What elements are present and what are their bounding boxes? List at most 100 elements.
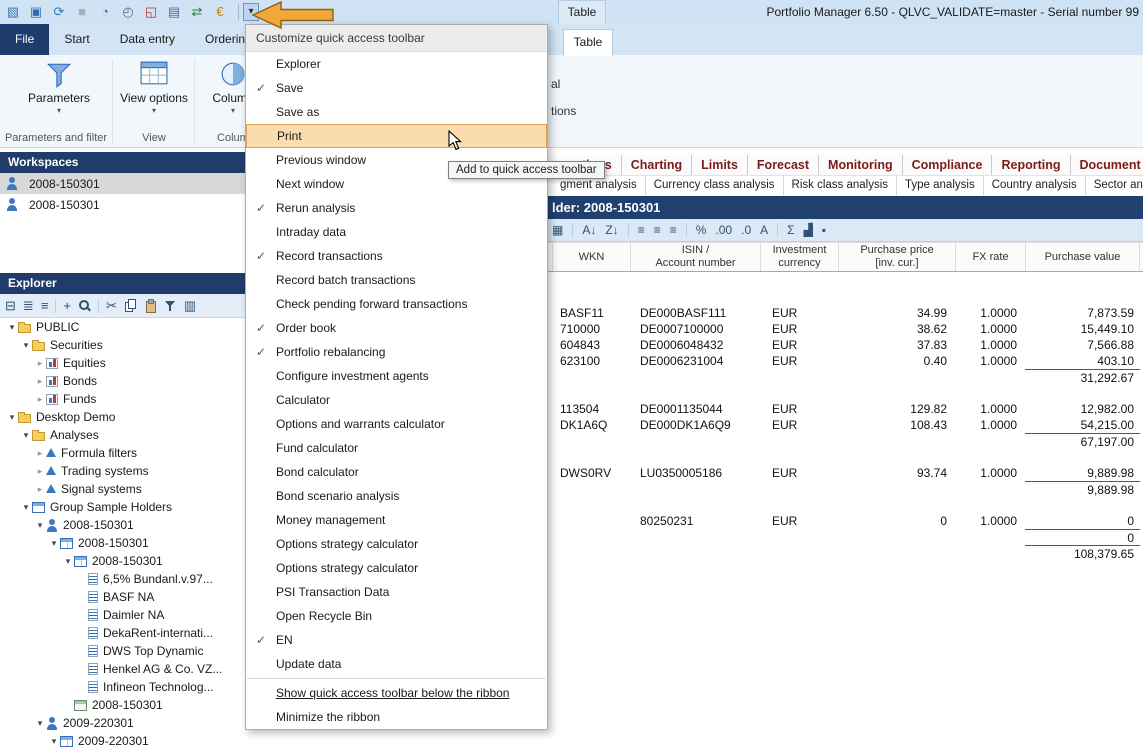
menu-item-money-management[interactable]: Money management [246, 508, 547, 532]
tree-expander-icon[interactable]: ▾ [20, 502, 32, 513]
tree-expander-icon[interactable]: ▾ [6, 322, 18, 333]
column-header-val[interactable]: Purchase value [1025, 243, 1140, 271]
search-icon[interactable] [78, 299, 91, 312]
tree-expander-icon[interactable]: ▾ [20, 340, 32, 351]
portfolio-rebalancing-icon[interactable]: ⇄ [188, 3, 206, 21]
align-center-icon[interactable]: ≡ [654, 223, 661, 237]
column-header-price[interactable]: Purchase price[inv. cur.] [838, 243, 955, 271]
align-left-icon[interactable]: ≡ [638, 223, 645, 237]
tree-expander-icon[interactable]: ▸ [34, 484, 46, 495]
document-tab-table[interactable]: Table [563, 29, 613, 56]
tree-expander-icon[interactable]: ▾ [34, 718, 46, 729]
menu-item-bond-scenario-analysis[interactable]: Bond scenario analysis [246, 484, 547, 508]
tab-monitoring[interactable]: Monitoring [819, 155, 903, 175]
column-header-wkn[interactable]: WKN [552, 243, 630, 271]
tree-item-desktop-demo[interactable]: ▾Desktop Demo [0, 408, 247, 426]
tab-type-analysis[interactable]: Type analysis [897, 176, 984, 195]
tree-item-6-5-bundanl-v-97[interactable]: 6,5% Bundanl.v.97... [0, 570, 247, 588]
tab-risk-class-analysis[interactable]: Risk class analysis [784, 176, 898, 195]
menu-item-options-strategy-calculator[interactable]: Options strategy calculator [246, 556, 547, 580]
menu-item-rerun-analysis[interactable]: ✓Rerun analysis [246, 196, 547, 220]
tab-document-archive[interactable]: Document archive [1071, 155, 1143, 175]
menu-item-minimize-the-ribbon[interactable]: Minimize the ribbon [246, 705, 547, 729]
table-row[interactable]: 710000DE0007100000EUR38.621.000015,449.1… [552, 321, 1140, 337]
menu-item-portfolio-rebalancing[interactable]: ✓Portfolio rebalancing [246, 340, 547, 364]
record-transactions-icon[interactable]: ◴ [119, 3, 137, 21]
intraday-data-icon[interactable]: ◔ [96, 3, 114, 21]
tree-item-2009-220301[interactable]: ▾2009-220301 [0, 732, 247, 749]
details-view-icon[interactable]: ≡ [41, 299, 49, 313]
copy-icon[interactable] [124, 299, 137, 312]
menu-item-record-transactions[interactable]: ✓Record transactions [246, 244, 547, 268]
tree-item-henkel-ag-co-vz[interactable]: Henkel AG & Co. VZ... [0, 660, 247, 678]
workspace-item[interactable]: 2008-150301 [0, 173, 247, 194]
ribbon-tab-file[interactable]: File [0, 24, 49, 55]
menu-item-check-pending-forward-transactions[interactable]: Check pending forward transactions [246, 292, 547, 316]
menu-item-save[interactable]: ✓Save [246, 76, 547, 100]
ribbon-tab-start[interactable]: Start [49, 24, 104, 55]
tree-expander-icon[interactable]: ▾ [62, 556, 74, 567]
tree-expander-icon[interactable]: ▾ [48, 736, 60, 747]
menu-item-order-book[interactable]: ✓Order book [246, 316, 547, 340]
remove-decimal-icon[interactable]: .0 [741, 223, 751, 237]
tree-item-signal-systems[interactable]: ▸Signal systems [0, 480, 247, 498]
tree-expander-icon[interactable]: ▸ [34, 466, 46, 477]
ribbon-tab-data-entry[interactable]: Data entry [105, 24, 190, 55]
table-row[interactable]: 80250231EUR01.00000 [552, 513, 1140, 529]
font-icon[interactable]: A [760, 223, 768, 237]
menu-item-print[interactable]: Print [246, 124, 547, 148]
tree-view-icon[interactable]: ⊟ [5, 299, 16, 313]
update-data-icon[interactable]: € [211, 3, 229, 21]
tab-compliance[interactable]: Compliance [903, 155, 993, 175]
tree-item-dws-top-dynamic[interactable]: DWS Top Dynamic [0, 642, 247, 660]
tree-item-2008-150301[interactable]: ▾2008-150301 [0, 552, 247, 570]
table-row[interactable]: 623100DE0006231004EUR0.401.0000403.10 [552, 353, 1140, 369]
tree-item-funds[interactable]: ▸Funds [0, 390, 247, 408]
menu-item-show-quick-access-toolbar-below-the-ribbon[interactable]: Show quick access toolbar below the ribb… [246, 681, 547, 705]
menu-item-options-and-warrants-calculator[interactable]: Options and warrants calculator [246, 412, 547, 436]
tree-item-formula-filters[interactable]: ▸Formula filters [0, 444, 247, 462]
view-options-button[interactable]: View options ▾ [116, 58, 192, 115]
tree-item-infineon-technolog[interactable]: Infineon Technolog... [0, 678, 247, 696]
new-item-icon[interactable]: + [63, 299, 71, 313]
column-header-fx[interactable]: FX rate [955, 243, 1025, 271]
menu-item-intraday-data[interactable]: Intraday data [246, 220, 547, 244]
tree-expander-icon[interactable]: ▸ [34, 376, 46, 387]
floating-table-tab[interactable]: Table [558, 0, 606, 24]
order-book-icon[interactable]: ▤ [165, 3, 183, 21]
tab-forecast[interactable]: Forecast [748, 155, 819, 175]
tree-item-equities[interactable]: ▸Equities [0, 354, 247, 372]
table-row[interactable]: DK1A6QDE000DK1A6Q9EUR108.431.000054,215.… [552, 417, 1140, 433]
tree-item-group-sample-holders[interactable]: ▾Group Sample Holders [0, 498, 247, 516]
menu-item-save-as[interactable]: Save as [246, 100, 547, 124]
chart-icon[interactable]: ▟ [804, 223, 813, 237]
explorer-icon[interactable]: ▧ [4, 3, 22, 21]
tree-item-trading-systems[interactable]: ▸Trading systems [0, 462, 247, 480]
tree-item-securities[interactable]: ▾Securities [0, 336, 247, 354]
tree-item-2008-150301[interactable]: 2008-150301 [0, 696, 247, 714]
tree-expander-icon[interactable]: ▾ [20, 430, 32, 441]
sum-icon[interactable]: Σ [787, 223, 794, 237]
tab-charting[interactable]: Charting [622, 155, 692, 175]
paste-icon[interactable] [144, 299, 157, 312]
tree-item-analyses[interactable]: ▾Analyses [0, 426, 247, 444]
menu-item-bond-calculator[interactable]: Bond calculator [246, 460, 547, 484]
sort-descending-icon[interactable]: Z↓ [605, 223, 618, 237]
menu-item-fund-calculator[interactable]: Fund calculator [246, 436, 547, 460]
stop-icon[interactable]: ■ [73, 3, 91, 21]
menu-item-en[interactable]: ✓EN [246, 628, 547, 652]
tab-limits[interactable]: Limits [692, 155, 748, 175]
tree-item-bonds[interactable]: ▸Bonds [0, 372, 247, 390]
parameters-button[interactable]: Parameters ▾ [8, 58, 110, 115]
tab-reporting[interactable]: Reporting [992, 155, 1070, 175]
menu-item-open-recycle-bin[interactable]: Open Recycle Bin [246, 604, 547, 628]
percent-icon[interactable]: % [696, 223, 707, 237]
columns-icon[interactable]: ▥ [184, 299, 196, 313]
menu-item-options-strategy-calculator[interactable]: Options strategy calculator [246, 532, 547, 556]
table-row[interactable]: DWS0RVLU0350005186EUR93.741.00009,889.98 [552, 465, 1140, 481]
menu-item-calculator[interactable]: Calculator [246, 388, 547, 412]
align-right-icon[interactable]: ≡ [670, 223, 677, 237]
record-batch-transactions-icon[interactable]: ◱ [142, 3, 160, 21]
save-icon[interactable]: ▣ [27, 3, 45, 21]
tree-item-2008-150301[interactable]: ▾2008-150301 [0, 516, 247, 534]
